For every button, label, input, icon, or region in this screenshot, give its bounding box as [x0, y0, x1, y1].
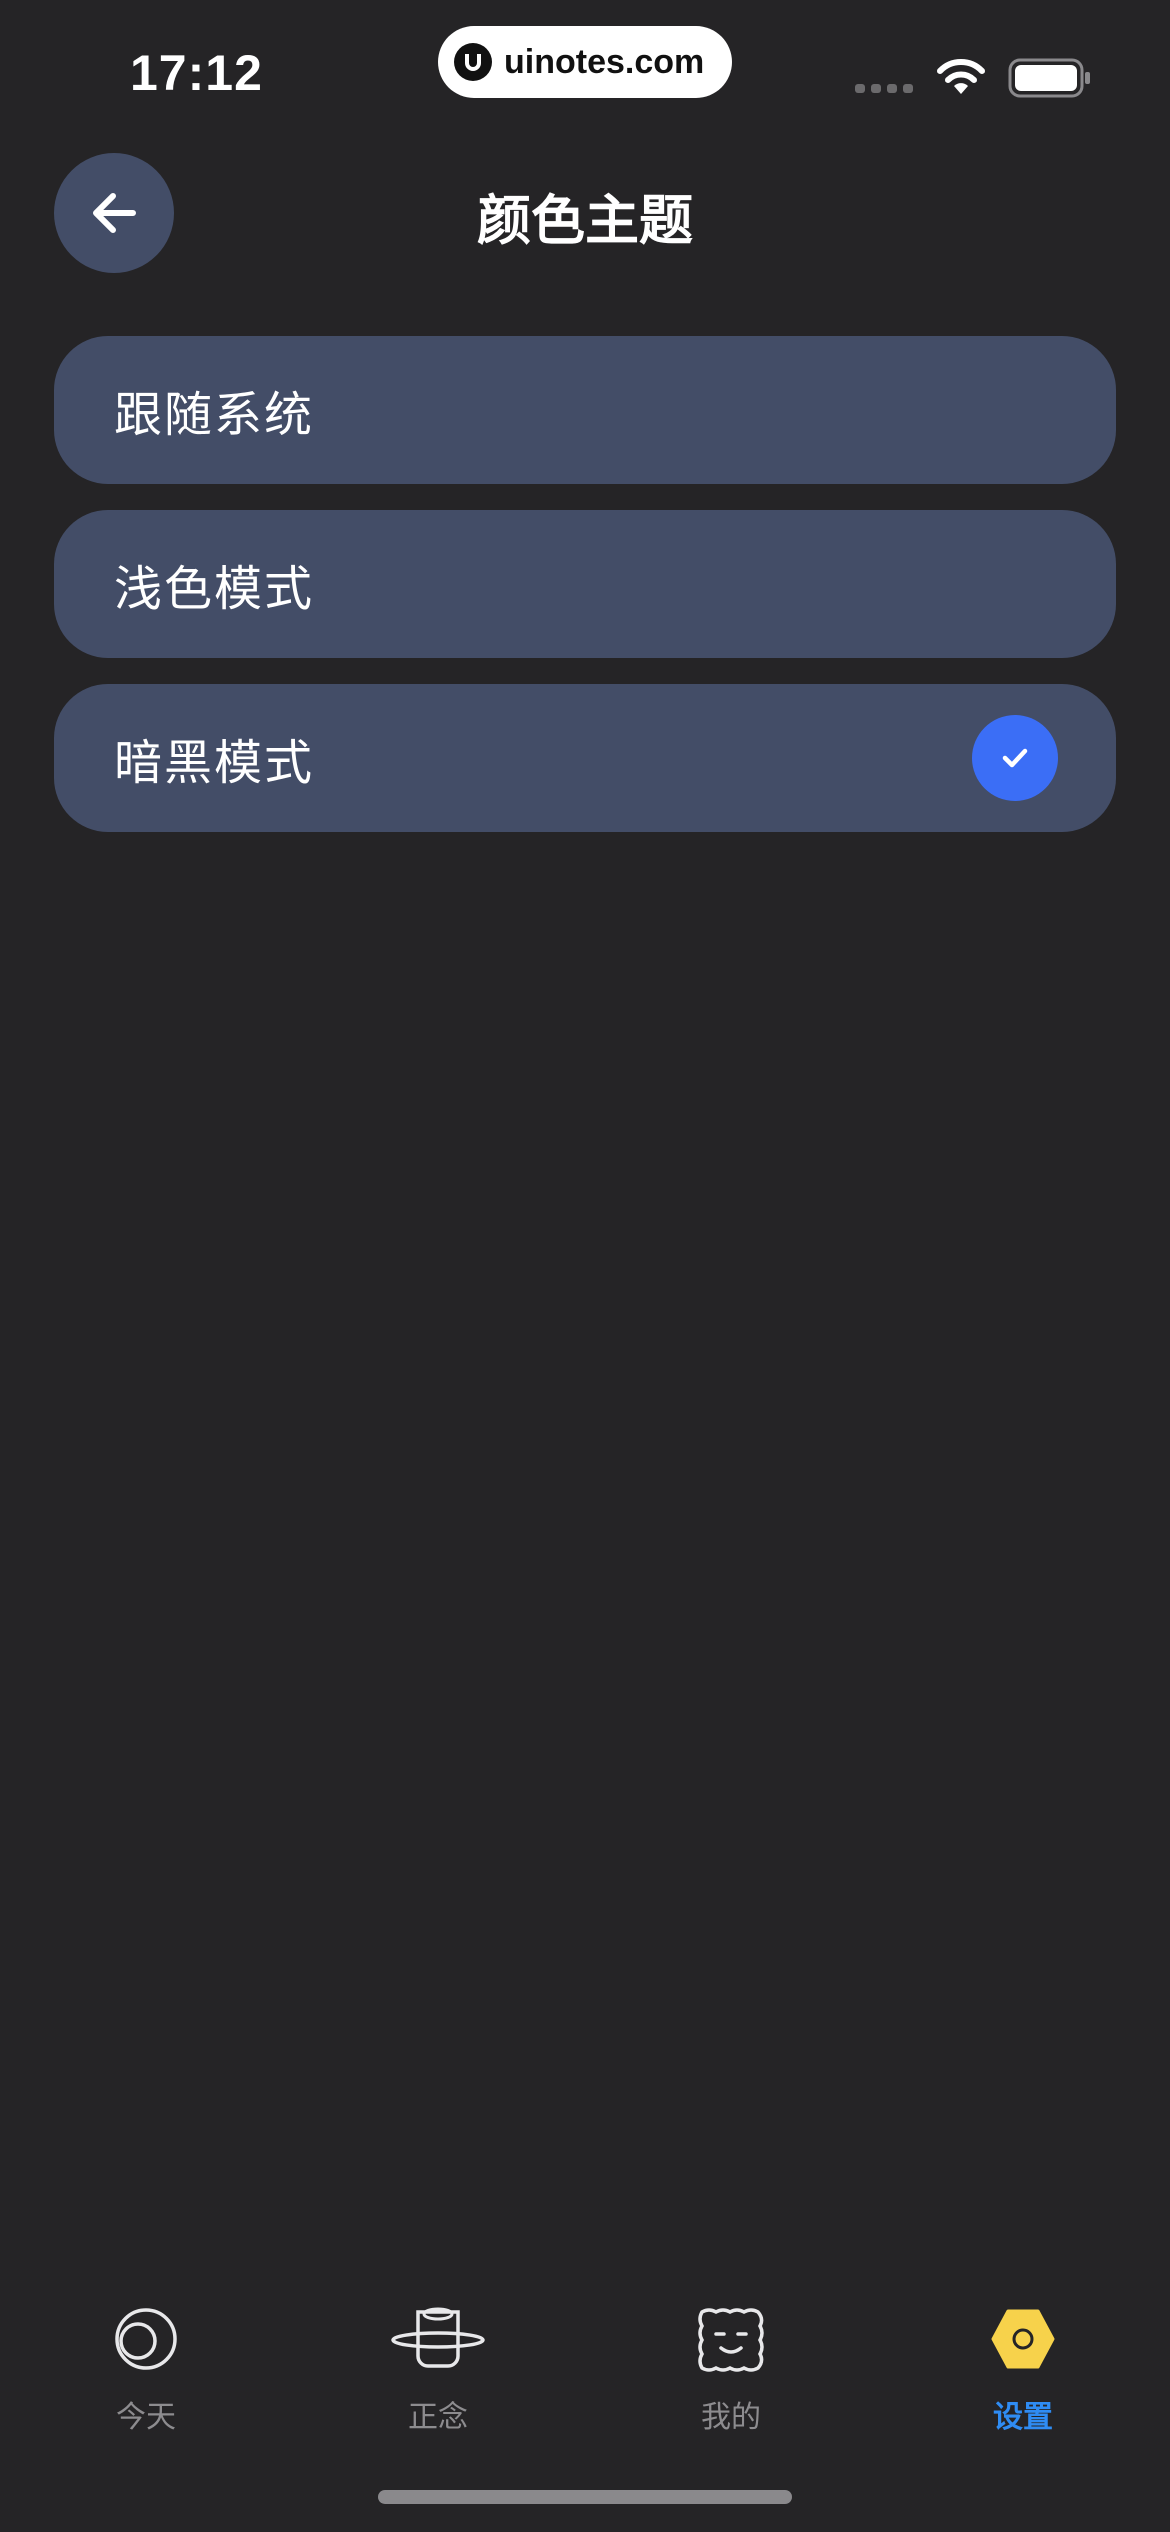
home-indicator[interactable] [378, 2490, 792, 2504]
tab-label: 今天 [116, 2400, 176, 2435]
theme-options-list: 跟随系统 浅色模式 暗黑模式 [54, 336, 1116, 858]
checkmark-icon [972, 715, 1058, 801]
tab-mine[interactable]: 我的 [641, 2300, 821, 2436]
hexagon-icon [990, 2300, 1056, 2378]
option-label: 跟随系统 [114, 387, 315, 443]
planet-icon [390, 2300, 486, 2378]
tab-label: 我的 [701, 2400, 761, 2435]
option-label: 暗黑模式 [114, 735, 315, 791]
cellular-signal-icon [855, 84, 913, 93]
battery-icon [1008, 58, 1090, 98]
tab-bar: 今天 正念 我的 设置 [0, 2300, 1170, 2440]
tab-today[interactable]: 今天 [56, 2300, 236, 2436]
tab-mindfulness[interactable]: 正念 [348, 2300, 528, 2436]
tab-settings[interactable]: 设置 [933, 2300, 1113, 2436]
option-light-mode[interactable]: 浅色模式 [54, 510, 1116, 658]
option-follow-system[interactable]: 跟随系统 [54, 336, 1116, 484]
option-label: 浅色模式 [114, 561, 315, 617]
watermark-logo-icon [454, 43, 492, 81]
wifi-icon [937, 59, 985, 94]
watermark-text: uinotes.com [504, 42, 705, 81]
option-dark-mode[interactable]: 暗黑模式 [54, 684, 1116, 832]
page-title: 颜色主题 [477, 189, 693, 252]
watermark-badge: uinotes.com [438, 26, 732, 98]
tab-label: 正念 [408, 2400, 468, 2435]
screen: 17:12 uinotes.com 颜色主题 跟随系统 浅色模式 暗黑模式 今天… [0, 0, 1170, 2532]
status-time: 17:12 [130, 45, 263, 101]
moon-circle-icon [113, 2300, 179, 2378]
tab-label: 设置 [993, 2400, 1053, 2435]
smiley-square-icon [694, 2300, 768, 2378]
